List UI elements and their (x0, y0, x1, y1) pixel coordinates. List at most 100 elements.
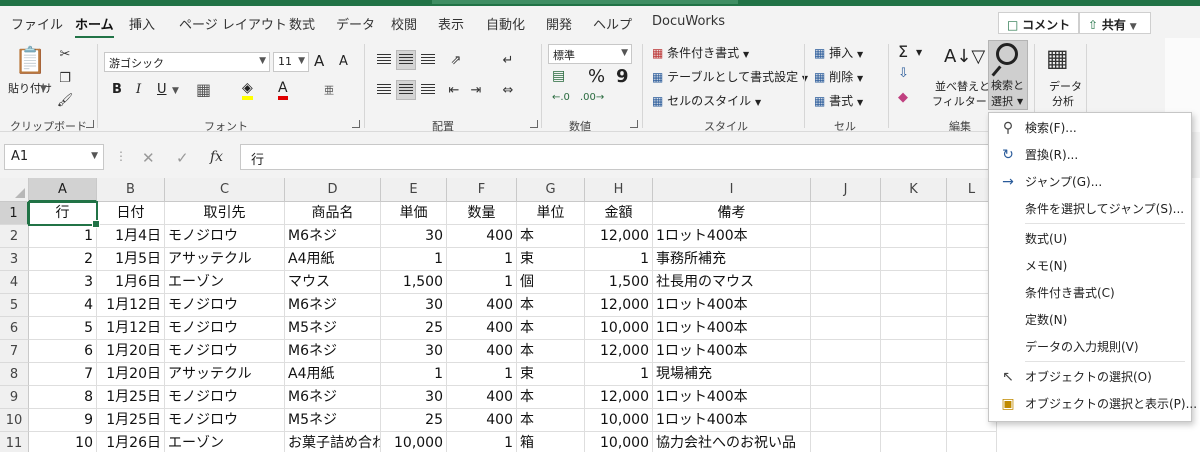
table-cell[interactable]: 3 (29, 271, 97, 294)
tab-page-layout[interactable]: ページ レイアウト (179, 14, 287, 33)
increase-indent-icon[interactable]: ⇥ (466, 80, 486, 100)
table-cell[interactable] (881, 340, 947, 363)
row-header-3[interactable]: 3 (0, 248, 29, 271)
table-cell[interactable] (881, 363, 947, 386)
column-header-g[interactable]: G (517, 178, 585, 202)
table-cell[interactable]: 本 (517, 317, 585, 340)
table-cell[interactable]: 1月4日 (97, 225, 165, 248)
table-header-cell[interactable]: 取引先 (165, 202, 285, 225)
increase-decimal-icon[interactable]: ←.0 (552, 92, 570, 103)
table-cell[interactable]: 1 (381, 363, 447, 386)
table-cell[interactable]: 400 (447, 409, 517, 432)
table-cell[interactable]: 本 (517, 225, 585, 248)
table-cell[interactable]: 1月25日 (97, 386, 165, 409)
table-cell[interactable]: M5ネジ (285, 409, 381, 432)
row-header-9[interactable]: 9 (0, 386, 29, 409)
tab-home[interactable]: ホーム (75, 14, 114, 39)
table-header-cell[interactable]: 金額 (585, 202, 653, 225)
table-cell[interactable]: 10,000 (585, 317, 653, 340)
table-header-cell[interactable]: 日付 (97, 202, 165, 225)
table-cell[interactable]: 協力会社へのお祝い品 (653, 432, 811, 452)
alignment-launcher-icon[interactable] (530, 120, 538, 128)
table-cell[interactable] (811, 386, 881, 409)
table-cell[interactable]: 1ロット400本 (653, 317, 811, 340)
table-cell[interactable]: M5ネジ (285, 317, 381, 340)
table-cell[interactable]: 30 (381, 386, 447, 409)
align-top-icon[interactable] (374, 50, 394, 70)
comment-button[interactable]: □ コメント (998, 12, 1080, 34)
column-header-h[interactable]: H (585, 178, 653, 202)
table-cell[interactable]: 1 (29, 225, 97, 248)
table-cell[interactable]: 30 (381, 225, 447, 248)
table-header-cell[interactable]: 単価 (381, 202, 447, 225)
tab-automate[interactable]: 自動化 (486, 14, 525, 33)
table-cell[interactable]: M6ネジ (285, 225, 381, 248)
confirm-icon[interactable]: ✓ (176, 149, 189, 167)
underline-button[interactable]: U (157, 82, 167, 97)
table-cell[interactable]: 12,000 (585, 294, 653, 317)
table-cell[interactable]: 12,000 (585, 225, 653, 248)
table-cell[interactable]: 2 (29, 248, 97, 271)
table-cell[interactable]: A4用紙 (285, 248, 381, 271)
table-cell[interactable]: 400 (447, 317, 517, 340)
decrease-indent-icon[interactable]: ⇤ (444, 80, 464, 100)
table-cell[interactable]: 個 (517, 271, 585, 294)
table-header-cell[interactable]: 備考 (653, 202, 811, 225)
format-cells-button[interactable]: ▦ 書式 ▼ (814, 92, 863, 109)
table-cell[interactable]: 8 (29, 386, 97, 409)
table-cell[interactable]: マウス (285, 271, 381, 294)
chevron-down-icon[interactable]: ▼ (172, 86, 179, 96)
table-cell[interactable]: 400 (447, 294, 517, 317)
border-icon[interactable]: ▦ (196, 80, 211, 99)
table-cell[interactable]: 束 (517, 363, 585, 386)
column-header-a[interactable]: A (29, 178, 97, 202)
table-cell[interactable]: 本 (517, 340, 585, 363)
table-cell[interactable] (881, 317, 947, 340)
tab-developer[interactable]: 開発 (546, 14, 572, 33)
table-cell[interactable] (811, 409, 881, 432)
table-cell[interactable]: 1 (585, 248, 653, 271)
table-cell[interactable]: 社長用のマウス (653, 271, 811, 294)
menu-item-8[interactable]: データの入力規則(V) (989, 334, 1191, 361)
menu-item-5[interactable]: メモ(N) (989, 253, 1191, 280)
tab-help[interactable]: ヘルプ (593, 14, 632, 33)
table-cell[interactable]: 25 (381, 317, 447, 340)
tab-data[interactable]: データ (336, 14, 375, 33)
row-header-7[interactable]: 7 (0, 340, 29, 363)
align-right-icon[interactable] (418, 80, 438, 100)
table-cell[interactable] (881, 432, 947, 452)
column-header-c[interactable]: C (165, 178, 285, 202)
table-cell[interactable] (811, 363, 881, 386)
table-cell[interactable]: 30 (381, 340, 447, 363)
align-bottom-icon[interactable] (418, 50, 438, 70)
table-cell[interactable]: 12,000 (585, 340, 653, 363)
table-cell[interactable]: 1ロット400本 (653, 225, 811, 248)
row-header-1[interactable]: 1 (0, 202, 29, 225)
cut-icon[interactable]: ✂ (55, 44, 75, 64)
column-header-e[interactable]: E (381, 178, 447, 202)
table-cell[interactable]: アサッテクル (165, 363, 285, 386)
font-name-select[interactable]: 游ゴシック ▼ (104, 52, 270, 72)
table-header-cell[interactable]: 商品名 (285, 202, 381, 225)
table-cell[interactable] (947, 432, 997, 452)
table-cell[interactable]: A4用紙 (285, 363, 381, 386)
accounting-format-icon[interactable]: ▤ (552, 68, 565, 84)
formula-input[interactable]: 行 (240, 144, 1000, 170)
table-cell[interactable]: お菓子詰め合わ (285, 432, 381, 452)
name-box[interactable]: A1 ▼ (4, 144, 104, 170)
font-color-icon[interactable]: A (278, 80, 288, 100)
table-cell[interactable]: 1 (447, 432, 517, 452)
align-middle-icon[interactable] (396, 50, 416, 70)
table-cell[interactable]: 箱 (517, 432, 585, 452)
share-button[interactable]: ⇧ 共有 ▼ (1079, 12, 1151, 34)
tab-file[interactable]: ファイル (11, 14, 63, 33)
font-size-select[interactable]: 11 ▼ (273, 52, 309, 72)
fill-icon[interactable]: ⇩ (898, 66, 909, 81)
table-cell[interactable]: 1ロット400本 (653, 409, 811, 432)
table-cell[interactable] (881, 271, 947, 294)
table-cell[interactable]: 1 (447, 363, 517, 386)
table-cell[interactable] (811, 225, 881, 248)
data-analysis-icon[interactable]: ▦ (1046, 44, 1069, 72)
table-cell[interactable]: 10,000 (585, 432, 653, 452)
table-cell[interactable]: 1月12日 (97, 317, 165, 340)
